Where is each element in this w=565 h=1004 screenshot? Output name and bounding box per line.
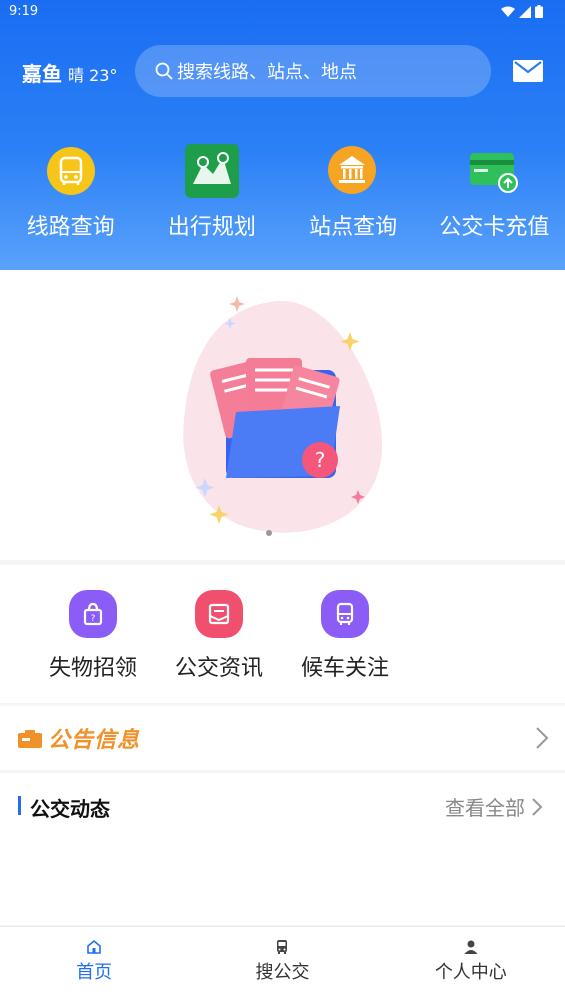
tab-label: 搜公交 xyxy=(255,962,310,983)
tab-home[interactable]: 首页 xyxy=(0,927,188,1004)
section-title: 公交动态 xyxy=(30,797,110,821)
weather-text: 晴 23° xyxy=(68,66,118,85)
card-recharge-icon xyxy=(466,143,522,199)
bus-watch-icon xyxy=(321,590,369,638)
quick-nav-route-query[interactable]: 线路查询 xyxy=(0,143,141,241)
quick-nav-label: 线路查询 xyxy=(26,215,115,240)
svg-text:?: ? xyxy=(91,614,96,624)
bus-dynamics-section: 公交动态 查看全部 xyxy=(0,773,565,925)
feature-shortcuts: ? 失物招领 公交资讯 候车关注 xyxy=(0,565,565,703)
quick-nav-label: 公交卡充值 xyxy=(439,215,550,240)
mail-icon xyxy=(513,60,543,82)
tab-profile[interactable]: 个人中心 xyxy=(377,927,565,1004)
status-icons xyxy=(501,5,543,18)
search-placeholder: 搜索线路、站点、地点 xyxy=(177,62,357,83)
notice-title: 公告信息 xyxy=(48,728,141,753)
feature-bus-watch[interactable]: 候车关注 xyxy=(282,590,408,703)
notice-bar[interactable]: 公告信息 xyxy=(0,706,565,770)
empty-folder-illustration: ? xyxy=(183,296,383,533)
home-icon xyxy=(87,939,101,954)
feature-lost-found[interactable]: ? 失物招领 xyxy=(30,590,156,703)
status-time: 9:19 xyxy=(9,4,39,19)
lost-found-icon: ? xyxy=(69,590,117,638)
search-icon xyxy=(155,62,173,80)
banner[interactable]: ? xyxy=(0,270,565,560)
city-name: 嘉鱼 xyxy=(22,62,62,86)
bus-route-icon xyxy=(43,143,99,199)
section-accent-bar xyxy=(18,796,21,815)
feature-label: 候车关注 xyxy=(300,656,389,681)
tab-label: 首页 xyxy=(76,962,113,983)
view-all-link[interactable]: 查看全部 xyxy=(445,792,543,821)
news-icon xyxy=(195,590,243,638)
quick-nav-label: 出行规划 xyxy=(167,215,256,240)
quick-nav: 线路查询 出行规划 站点查询 公交卡充值 xyxy=(0,143,565,241)
feature-bus-news[interactable]: 公交资讯 xyxy=(156,590,282,703)
battery-icon xyxy=(535,5,543,18)
quick-nav-trip-plan[interactable]: 出行规划 xyxy=(141,143,282,241)
station-icon xyxy=(325,143,381,199)
chevron-right-icon xyxy=(536,727,549,749)
mail-button[interactable] xyxy=(513,60,543,86)
quick-nav-station-query[interactable]: 站点查询 xyxy=(283,143,424,241)
bottom-nav: 首页 搜公交 个人中心 xyxy=(0,926,565,1004)
feature-label: 公交资讯 xyxy=(174,656,263,681)
user-icon xyxy=(464,940,478,954)
wifi-icon xyxy=(501,6,515,17)
quick-nav-card-recharge[interactable]: 公交卡充值 xyxy=(424,143,565,241)
quick-nav-label: 站点查询 xyxy=(309,215,398,240)
carousel-indicator[interactable] xyxy=(266,530,272,536)
notice-icon xyxy=(18,730,42,748)
svg-text:?: ? xyxy=(315,448,326,472)
bus-icon xyxy=(277,940,288,954)
location-weather[interactable]: 嘉鱼 晴 23° xyxy=(22,58,117,87)
signal-icon xyxy=(519,5,531,18)
map-icon xyxy=(184,143,240,199)
tab-search-bus[interactable]: 搜公交 xyxy=(188,927,376,1004)
status-bar: 9:19 xyxy=(0,0,565,24)
view-all-label: 查看全部 xyxy=(445,796,525,820)
feature-label: 失物招领 xyxy=(48,656,137,681)
search-input[interactable]: 搜索线路、站点、地点 xyxy=(135,45,491,97)
tab-label: 个人中心 xyxy=(434,962,507,983)
chevron-right-icon xyxy=(532,797,543,816)
header: 9:19 嘉鱼 晴 23° 搜索线路、站点、地点 线路查询 出行规划 站点查询 … xyxy=(0,0,565,270)
